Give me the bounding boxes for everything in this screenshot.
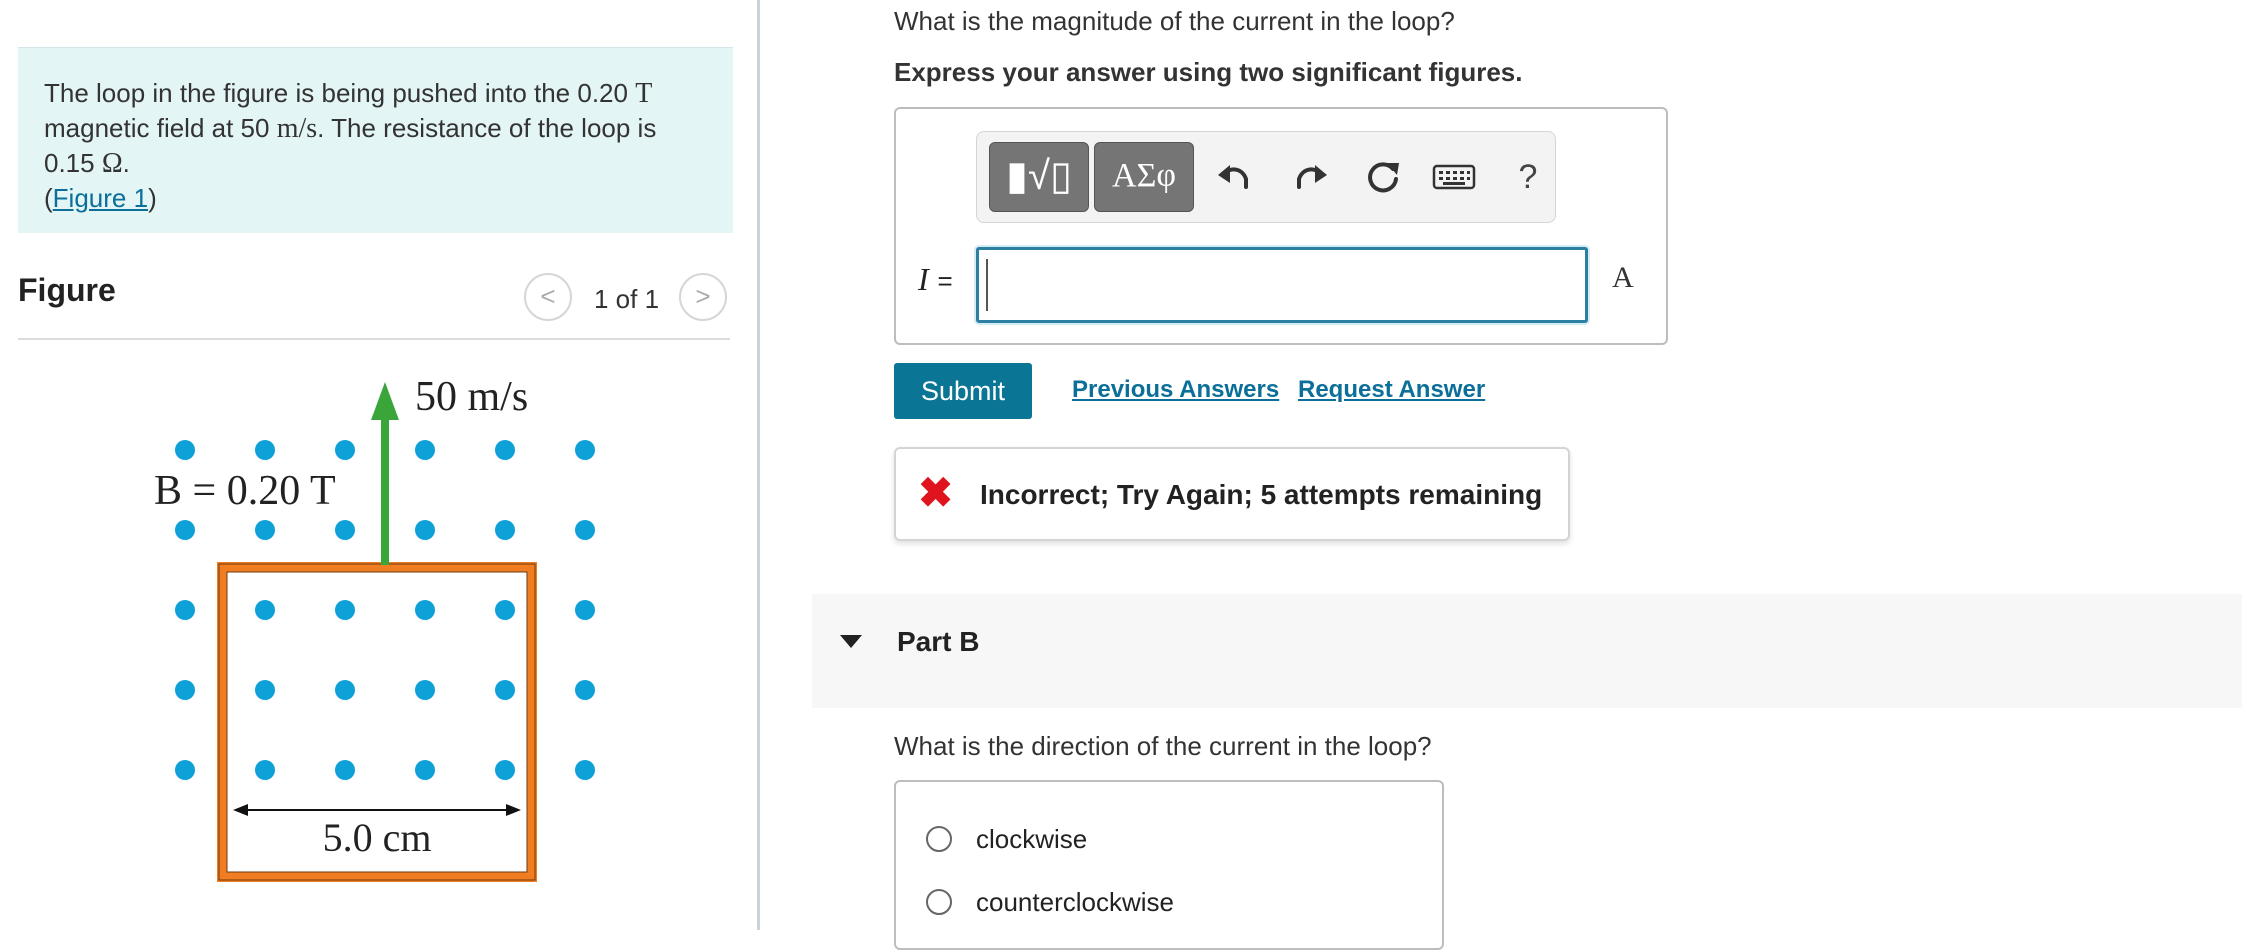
field-dot: [335, 760, 355, 780]
incorrect-icon: ✖: [918, 469, 954, 516]
problem-text: .: [122, 148, 130, 178]
keyboard-icon[interactable]: [1429, 150, 1479, 204]
previous-answers-link[interactable]: Previous Answers: [1072, 376, 1279, 404]
field-dot: [335, 680, 355, 700]
feedback-message: ✖ Incorrect; Try Again; 5 attempts remai…: [894, 447, 1570, 541]
templates-button[interactable]: ▮√▯: [989, 142, 1089, 212]
field-dot: [335, 600, 355, 620]
field-dot: [415, 760, 435, 780]
field-dot: [335, 440, 355, 460]
submit-button[interactable]: Submit: [894, 363, 1032, 419]
unit-ohm: Ω: [101, 148, 123, 179]
field-dot: [175, 680, 195, 700]
templates-icon: ▮√▯: [1006, 154, 1072, 198]
part-b-question: What is the direction of the current in …: [894, 731, 1432, 761]
caret-down-icon[interactable]: [840, 635, 862, 648]
request-answer-link[interactable]: Request Answer: [1298, 376, 1485, 404]
variable-label: I =: [918, 261, 953, 298]
field-dot: [175, 520, 195, 540]
field-dot: [415, 440, 435, 460]
width-label: 5.0 cm: [323, 815, 432, 860]
figure-divider: [18, 338, 730, 340]
help-button[interactable]: ?: [1503, 150, 1553, 204]
figure-link[interactable]: Figure 1: [53, 183, 148, 213]
field-dot: [575, 440, 595, 460]
velocity-label: 50 m/s: [415, 374, 528, 420]
velocity-arrow-head: [371, 382, 399, 420]
field-dot: [415, 600, 435, 620]
variable-symbol: I: [918, 261, 929, 297]
field-dot: [495, 680, 515, 700]
problem-statement: The loop in the figure is being pushed i…: [18, 47, 733, 233]
physics-figure: 50 m/s B = 0.20 T 5.0 cm: [154, 374, 595, 882]
dimension-arrowhead-left: [233, 804, 248, 816]
field-dot: [415, 680, 435, 700]
part-a-instruction: Express your answer using two significan…: [894, 57, 1523, 87]
figure-column: The loop in the figure is being pushed i…: [0, 0, 760, 930]
field-dot: [175, 600, 195, 620]
answer-entry-panel: ▮√▯ ΑΣφ ? I = A: [894, 107, 1668, 345]
problem-text: The loop in the figure is being pushed i…: [44, 78, 636, 108]
field-dot: [495, 760, 515, 780]
undo-icon[interactable]: [1209, 150, 1259, 204]
feedback-text: Incorrect; Try Again; 5 attempts remaini…: [980, 479, 1543, 510]
column-divider: [757, 0, 760, 930]
part-b-header[interactable]: Part B: [812, 594, 2242, 708]
problem-text: 0.15: [44, 148, 102, 178]
math-toolbar: ▮√▯ ΑΣφ ?: [976, 131, 1556, 223]
choice-label: counterclockwise: [976, 887, 1174, 917]
field-dot: [575, 600, 595, 620]
figure-heading: Figure: [18, 272, 116, 308]
field-dot: [495, 600, 515, 620]
field-dot: [255, 760, 275, 780]
chevron-right-icon: >: [695, 281, 711, 311]
direction-choices: clockwise counterclockwise: [894, 780, 1444, 950]
field-dot: [255, 520, 275, 540]
dimension-arrowhead-right: [506, 804, 521, 816]
previous-figure-button[interactable]: <: [524, 273, 572, 321]
next-figure-button[interactable]: >: [679, 273, 727, 321]
field-dot: [175, 760, 195, 780]
field-dot: [255, 680, 275, 700]
figure-link-paren: (: [44, 183, 53, 213]
chevron-left-icon: <: [540, 281, 556, 311]
field-dot: [495, 440, 515, 460]
figure-link-paren: ): [148, 183, 157, 213]
field-dot: [415, 520, 435, 540]
field-dot: [575, 760, 595, 780]
field-label: B = 0.20 T: [154, 468, 336, 514]
problem-text: . The resistance of the loop is: [317, 113, 657, 143]
part-a-question: What is the magnitude of the current in …: [894, 6, 1455, 36]
equals-sign: =: [937, 266, 953, 296]
unit-tesla: T: [635, 78, 653, 109]
text-cursor: [986, 259, 988, 311]
field-dot: [575, 680, 595, 700]
reset-icon[interactable]: [1358, 150, 1408, 204]
field-dot: [255, 600, 275, 620]
field-dot: [495, 520, 515, 540]
radio-button[interactable]: [926, 826, 952, 852]
problem-text: magnetic field at 50: [44, 113, 277, 143]
figure-counter: 1 of 1: [594, 284, 660, 314]
part-b-title: Part B: [897, 626, 980, 657]
field-dot: [255, 440, 275, 460]
redo-icon[interactable]: [1286, 150, 1336, 204]
field-dot: [335, 520, 355, 540]
choice-label: clockwise: [976, 824, 1088, 854]
answer-input[interactable]: [976, 247, 1588, 323]
symbols-button[interactable]: ΑΣφ: [1094, 142, 1194, 212]
radio-button[interactable]: [926, 889, 952, 915]
unit-label: A: [1612, 261, 1634, 294]
unit-velocity: m/s: [276, 113, 318, 144]
field-dot: [575, 520, 595, 540]
field-dot: [175, 440, 195, 460]
